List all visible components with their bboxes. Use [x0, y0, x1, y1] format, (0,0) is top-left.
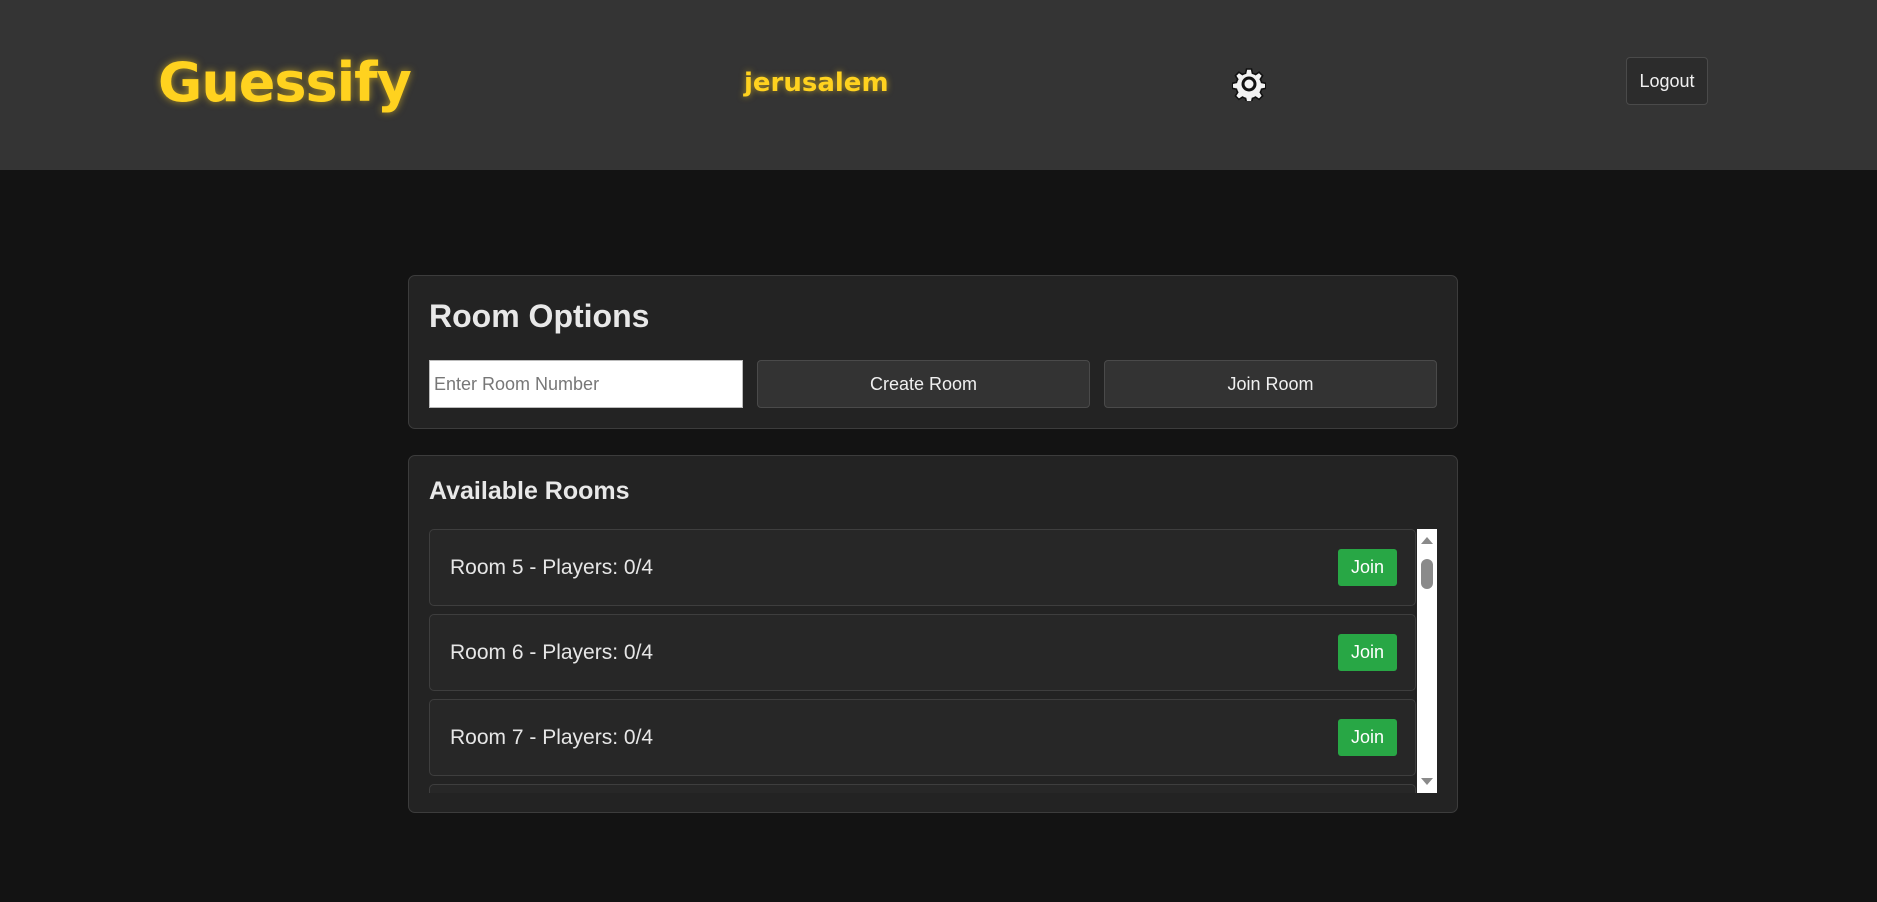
room-list[interactable]: Room 5 - Players: 0/4 Join Room 6 - Play… [429, 529, 1437, 793]
available-rooms-title: Available Rooms [429, 477, 630, 505]
room-label: Room 6 - Players: 0/4 [450, 641, 654, 664]
room-list-scrollbar[interactable] [1417, 529, 1437, 793]
scroll-thumb[interactable] [1421, 559, 1433, 589]
join-button[interactable]: Join [1338, 549, 1397, 586]
room-label: Room 7 - Players: 0/4 [450, 726, 654, 749]
logout-button[interactable]: Logout [1626, 57, 1708, 105]
room-number-input[interactable] [429, 360, 743, 408]
room-item-partial [429, 784, 1416, 793]
join-room-button[interactable]: Join Room [1104, 360, 1437, 408]
gear-icon[interactable] [1231, 67, 1267, 104]
room-item: Room 6 - Players: 0/4 Join [429, 614, 1416, 691]
room-options-panel: Room Options Create Room Join Room [408, 275, 1458, 429]
room-item: Room 5 - Players: 0/4 Join [429, 529, 1416, 606]
available-rooms-panel: Available Rooms Room 5 - Players: 0/4 Jo… [408, 455, 1458, 813]
scroll-down-arrow-icon[interactable] [1421, 778, 1433, 785]
username-label: jerusalem [744, 68, 889, 98]
header: Guessify jerusalem Logout [0, 0, 1877, 170]
room-options-title: Room Options [429, 298, 650, 334]
room-label: Room 5 - Players: 0/4 [450, 556, 654, 579]
app-logo[interactable]: Guessify [158, 50, 412, 116]
room-item: Room 7 - Players: 0/4 Join [429, 699, 1416, 776]
create-room-button[interactable]: Create Room [757, 360, 1090, 408]
join-button[interactable]: Join [1338, 719, 1397, 756]
join-button[interactable]: Join [1338, 634, 1397, 671]
scroll-up-arrow-icon[interactable] [1421, 537, 1433, 544]
